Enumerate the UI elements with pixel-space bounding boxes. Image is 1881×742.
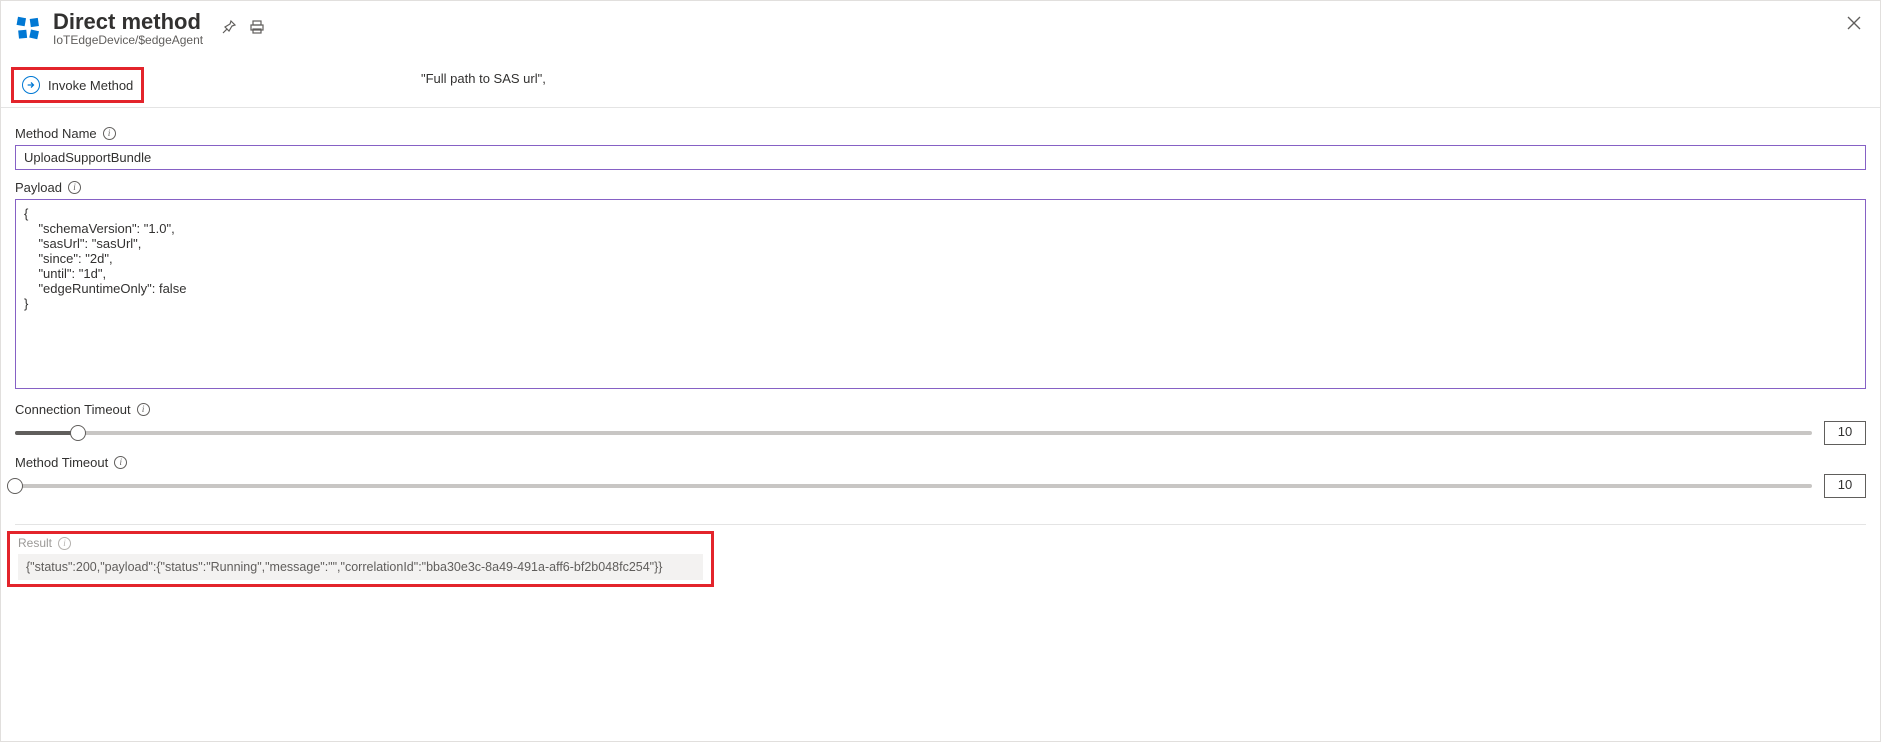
invoke-method-label: Invoke Method <box>48 78 133 93</box>
invoke-method-button[interactable]: Invoke Method <box>14 70 141 100</box>
resource-icon <box>15 15 43 43</box>
toolbar: Invoke Method <box>1 67 1880 108</box>
payload-label: Payload i <box>15 180 1866 195</box>
method-name-input[interactable] <box>15 145 1866 170</box>
connection-timeout-value: 10 <box>1824 421 1866 445</box>
invoke-method-highlight: Invoke Method <box>11 67 144 103</box>
connection-timeout-label: Connection Timeout i <box>15 402 1866 417</box>
info-icon[interactable]: i <box>58 537 71 550</box>
connection-timeout-slider[interactable] <box>15 431 1812 435</box>
page-title: Direct method <box>53 9 203 35</box>
payload-input[interactable] <box>15 199 1866 389</box>
method-name-label: Method Name i <box>15 126 1866 141</box>
invoke-arrow-icon <box>22 76 40 94</box>
method-timeout-label: Method Timeout i <box>15 455 1866 470</box>
info-icon[interactable]: i <box>103 127 116 140</box>
result-label: Result i <box>18 536 703 550</box>
print-icon[interactable] <box>249 19 265 35</box>
close-icon[interactable] <box>1846 15 1862 31</box>
info-icon[interactable]: i <box>114 456 127 469</box>
method-timeout-value: 10 <box>1824 474 1866 498</box>
result-highlight: Result i {"status":200,"payload":{"statu… <box>7 531 714 587</box>
info-icon[interactable]: i <box>137 403 150 416</box>
method-timeout-slider[interactable] <box>15 484 1812 488</box>
result-body: {"status":200,"payload":{"status":"Runni… <box>18 554 703 580</box>
header: Direct method IoTEdgeDevice/$edgeAgent <box>1 1 1880 47</box>
page-subtitle: IoTEdgeDevice/$edgeAgent <box>53 33 203 47</box>
info-icon[interactable]: i <box>68 181 81 194</box>
pin-icon[interactable] <box>221 19 237 35</box>
floating-sas-text: "Full path to SAS url", <box>421 71 546 86</box>
